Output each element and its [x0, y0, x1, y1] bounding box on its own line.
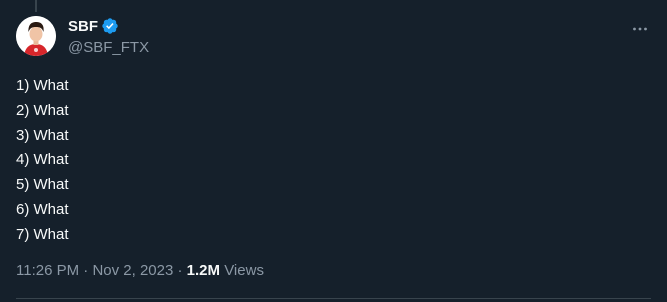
- avatar-image: [16, 16, 56, 56]
- tweet-time[interactable]: 11:26 PM: [16, 262, 79, 279]
- tweet-text: 1) What 2) What 3) What 4) What 5) What …: [16, 74, 69, 248]
- more-dots-icon: [633, 27, 647, 31]
- tweet-line: 4) What: [16, 151, 69, 169]
- avatar[interactable]: [16, 16, 56, 56]
- thread-connector-line: [35, 0, 37, 12]
- tweet-line: 3) What: [16, 126, 69, 144]
- views-label: Views: [220, 262, 264, 279]
- tweet-line: 7) What: [16, 225, 69, 243]
- author-info: SBF @SBF_FTX: [68, 16, 149, 57]
- tweet-line: 1) What: [16, 77, 69, 94]
- tweet-line: 2) What: [16, 101, 69, 119]
- divider: [16, 298, 651, 299]
- tweet-date[interactable]: Nov 2, 2023: [92, 262, 173, 279]
- meta-separator: ·: [173, 262, 187, 279]
- author-display-name[interactable]: SBF: [68, 18, 98, 35]
- tweet-line: 5) What: [16, 176, 69, 194]
- more-options-button[interactable]: [629, 18, 651, 40]
- tweet-line: 6) What: [16, 200, 69, 218]
- tweet-header: SBF @SBF_FTX: [16, 16, 651, 58]
- views-count[interactable]: 1.2M: [187, 262, 220, 279]
- author-handle[interactable]: @SBF_FTX: [68, 39, 149, 56]
- tweet-meta: 11:26 PM · Nov 2, 2023 · 1.2M Views: [16, 262, 264, 279]
- verified-badge-icon[interactable]: [101, 17, 119, 35]
- meta-separator: ·: [79, 262, 93, 279]
- author-name-row: SBF: [68, 16, 149, 36]
